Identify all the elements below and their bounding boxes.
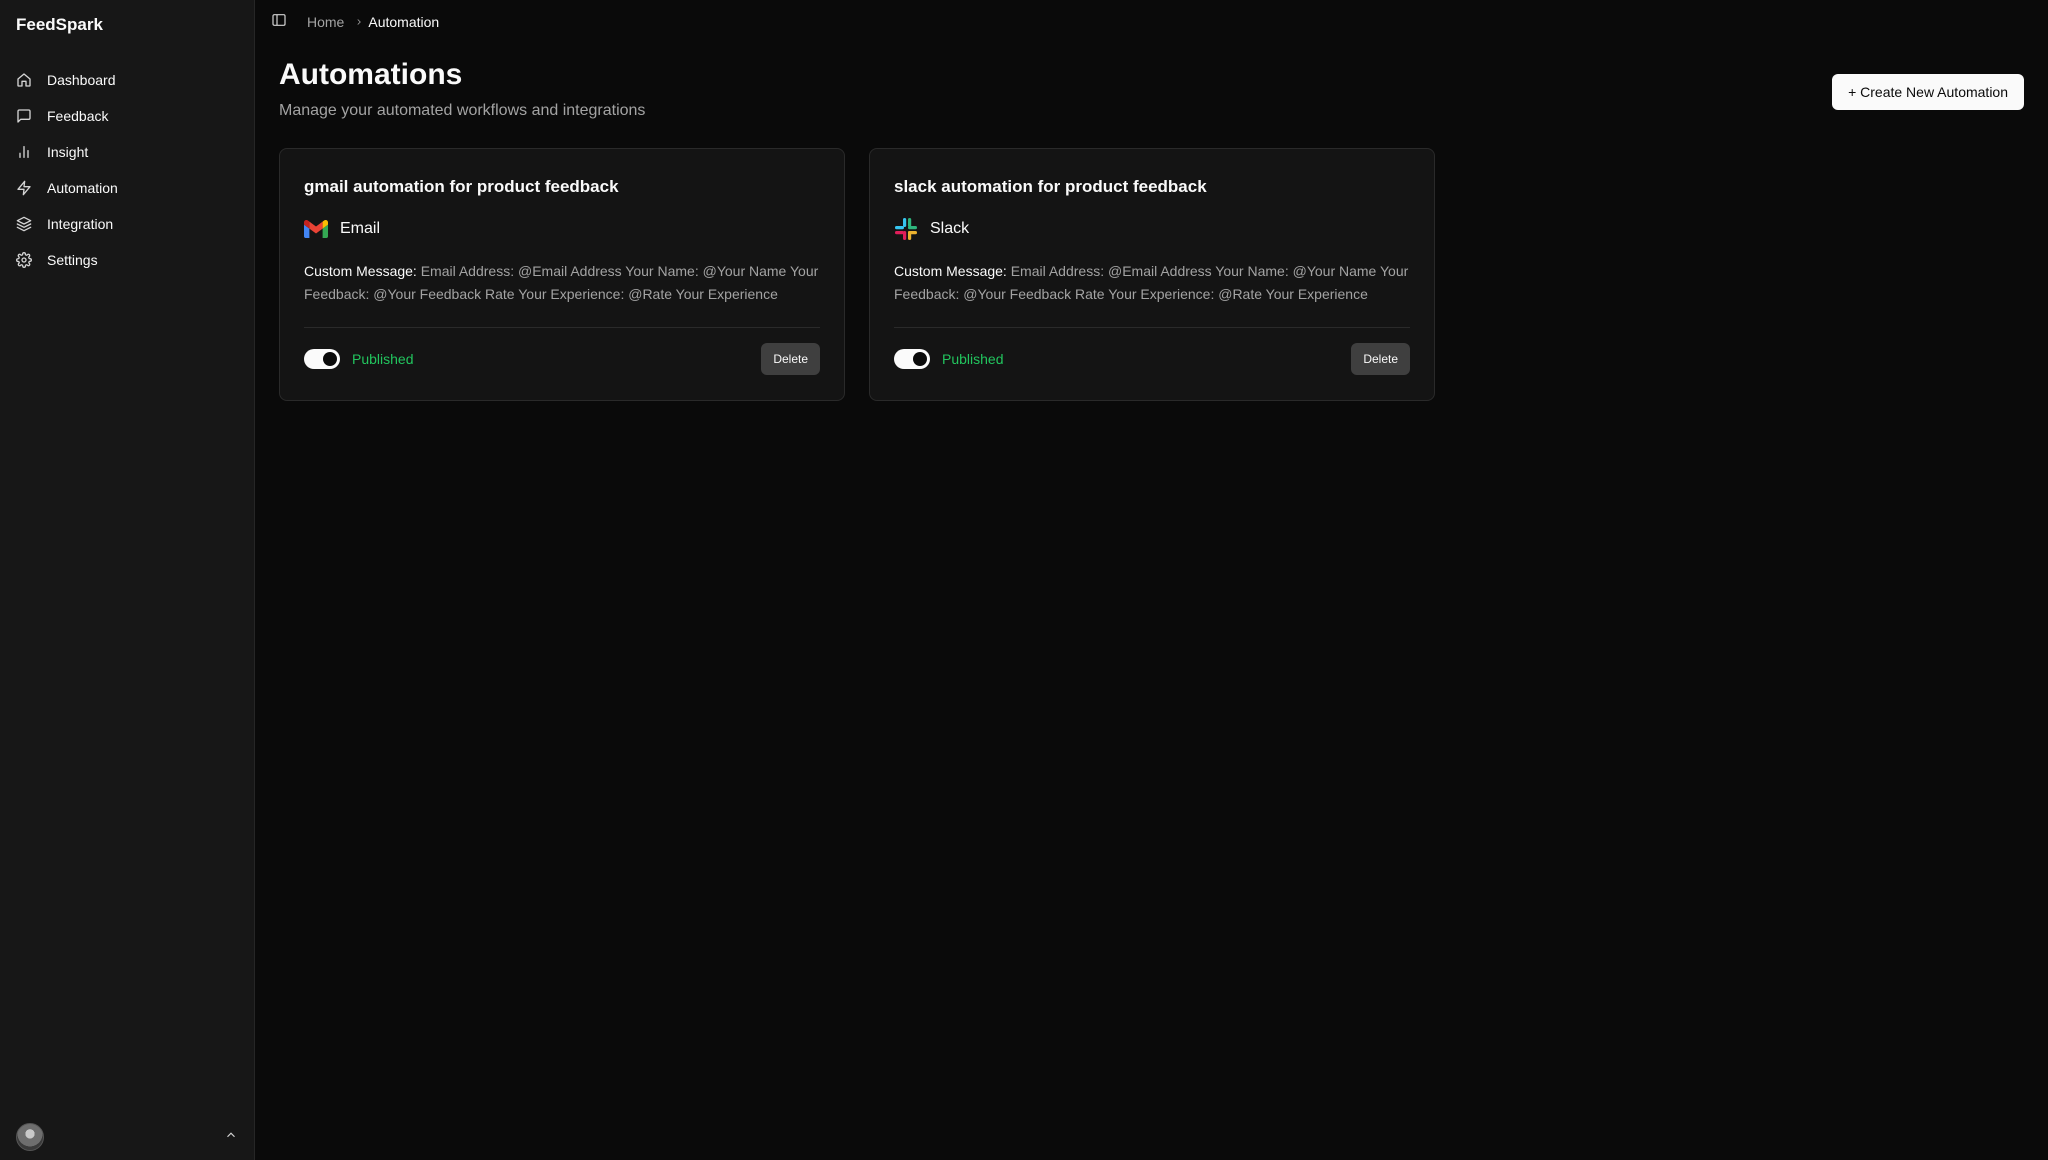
sidebar-nav: Dashboard Feedback Insight Automation In… <box>0 62 254 278</box>
message-square-icon <box>16 108 32 124</box>
sidebar-item-label: Settings <box>47 252 98 268</box>
chevron-up-icon[interactable] <box>224 1128 238 1147</box>
card-footer: Published Delete <box>894 343 1410 375</box>
layers-icon <box>16 216 32 232</box>
bar-chart-icon <box>16 144 32 160</box>
main-content: Home Automation Automations Manage your … <box>255 0 2048 1160</box>
custom-message: Custom Message: Email Address: @Email Ad… <box>894 260 1410 306</box>
automation-cards: gmail automation for product feedback Em… <box>279 148 1435 401</box>
status-text: Published <box>942 351 1004 367</box>
automation-service: Email <box>304 217 820 241</box>
breadcrumb-home[interactable]: Home <box>307 14 344 30</box>
toggle-knob <box>913 352 927 366</box>
custom-message-label: Custom Message: <box>894 263 1007 279</box>
sidebar-item-label: Automation <box>47 180 118 196</box>
sidebar-item-dashboard[interactable]: Dashboard <box>0 62 254 98</box>
sidebar-item-settings[interactable]: Settings <box>0 242 254 278</box>
publish-toggle[interactable] <box>894 349 930 369</box>
sidebar-item-insight[interactable]: Insight <box>0 134 254 170</box>
sidebar-item-integration[interactable]: Integration <box>0 206 254 242</box>
sidebar-item-label: Integration <box>47 216 114 232</box>
breadcrumb-current: Automation <box>368 14 440 30</box>
topbar: Home Automation <box>255 0 2048 44</box>
gmail-icon <box>304 217 328 241</box>
user-menu[interactable] <box>16 1123 238 1151</box>
publish-toggle[interactable] <box>304 349 340 369</box>
sidebar-toggle-icon[interactable] <box>271 12 287 33</box>
card-divider <box>304 327 820 328</box>
sidebar-item-label: Insight <box>47 144 89 160</box>
gear-icon <box>16 252 32 268</box>
breadcrumb: Home Automation <box>307 14 439 30</box>
card-divider <box>894 327 1410 328</box>
automation-card: slack automation for product feedback Sl… <box>869 148 1435 401</box>
card-footer: Published Delete <box>304 343 820 375</box>
custom-message-label: Custom Message: <box>304 263 417 279</box>
home-icon <box>16 72 32 88</box>
zap-icon <box>16 180 32 196</box>
custom-message: Custom Message: Email Address: @Email Ad… <box>304 260 820 306</box>
automation-title: slack automation for product feedback <box>894 177 1207 196</box>
sidebar-item-automation[interactable]: Automation <box>0 170 254 206</box>
create-automation-button[interactable]: + Create New Automation <box>1832 74 2024 110</box>
automation-title: gmail automation for product feedback <box>304 177 619 196</box>
sidebar-item-label: Dashboard <box>47 72 116 88</box>
page-title: Automations <box>279 58 463 91</box>
page-header: Automations Manage your automated workfl… <box>279 58 645 120</box>
chevron-right-icon <box>354 17 364 27</box>
status-wrap: Published <box>304 349 414 369</box>
app-brand: FeedSpark <box>16 15 103 34</box>
delete-button[interactable]: Delete <box>1351 343 1410 375</box>
toggle-knob <box>323 352 337 366</box>
slack-icon <box>894 217 918 241</box>
sidebar-item-label: Feedback <box>47 108 109 124</box>
status-wrap: Published <box>894 349 1004 369</box>
avatar[interactable] <box>16 1123 44 1151</box>
service-name: Email <box>340 220 381 237</box>
automation-card: gmail automation for product feedback Em… <box>279 148 845 401</box>
sidebar: FeedSpark Dashboard Feedback Insight Aut… <box>0 0 255 1160</box>
delete-button[interactable]: Delete <box>761 343 820 375</box>
sidebar-item-feedback[interactable]: Feedback <box>0 98 254 134</box>
page-subtitle: Manage your automated workflows and inte… <box>279 102 646 119</box>
service-name: Slack <box>930 220 970 237</box>
status-text: Published <box>352 351 414 367</box>
app-root: FeedSpark Dashboard Feedback Insight Aut… <box>0 0 2048 1160</box>
automation-service: Slack <box>894 217 1410 241</box>
